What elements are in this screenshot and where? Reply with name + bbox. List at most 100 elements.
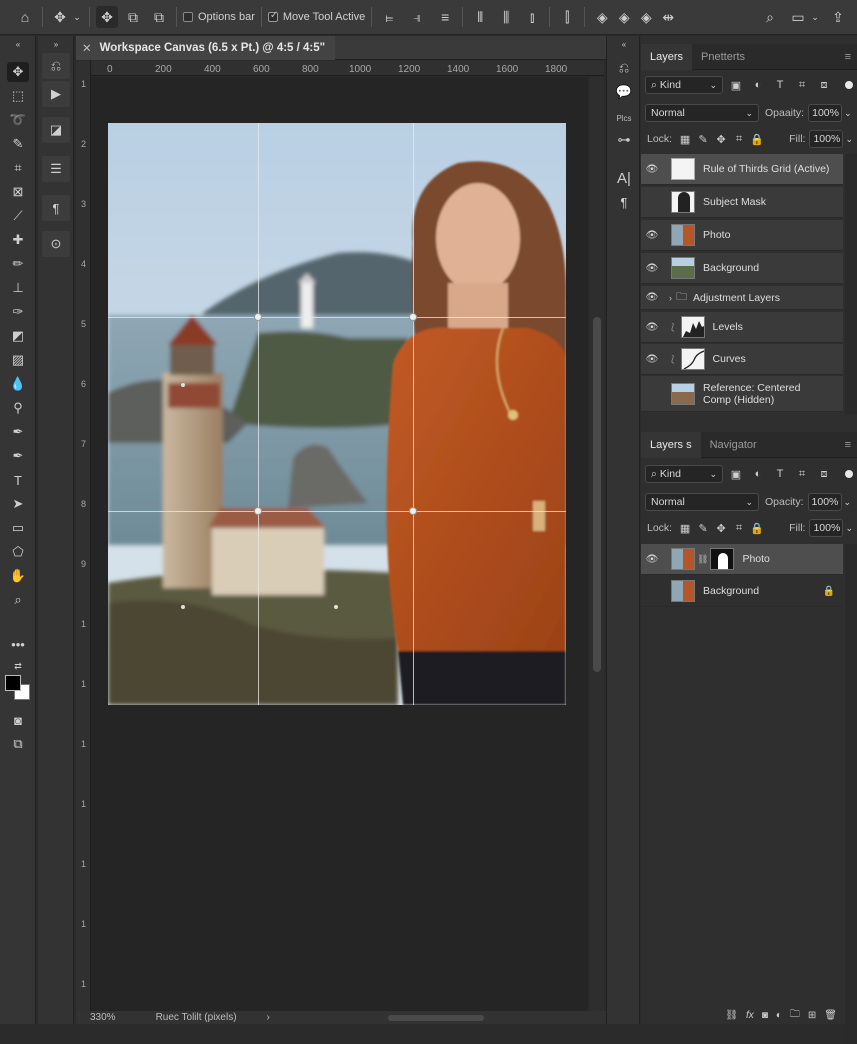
search-icon[interactable]: ⌕: [759, 6, 781, 28]
eraser-tool[interactable]: ◩: [7, 326, 29, 346]
blend-mode-select-2[interactable]: Normal ⌄: [645, 493, 759, 511]
quick-mask-icon[interactable]: ◙: [7, 710, 29, 730]
auto-select-icon[interactable]: ✥: [96, 6, 118, 28]
swap-colors-icon[interactable]: ⇄: [7, 656, 29, 676]
lock-all-icon[interactable]: 🔒: [748, 519, 766, 537]
lasso-tool[interactable]: ➰: [7, 110, 29, 130]
arrange-front-icon[interactable]: ⧉: [122, 6, 144, 28]
scrollbar-thumb[interactable]: [593, 317, 601, 672]
distribute-icon[interactable]: ⫿: [556, 6, 578, 28]
lock-artboard-icon[interactable]: ⌗: [730, 130, 748, 148]
layer-row[interactable]: 👁 ⟅ Levels: [641, 312, 843, 343]
home-icon[interactable]: ⌂: [14, 6, 36, 28]
filter-smart-icon[interactable]: ⧈: [815, 465, 833, 483]
history-icon-2[interactable]: ⎌: [613, 58, 635, 78]
tab-layers-2[interactable]: Layers s: [641, 431, 701, 458]
filter-adjustment-icon[interactable]: ◐: [749, 465, 767, 483]
pen-tool-2[interactable]: ✒: [7, 446, 29, 466]
grid-intersection-handle[interactable]: [254, 507, 262, 515]
lock-pixels-icon[interactable]: ✎: [694, 519, 712, 537]
eye-icon-hidden[interactable]: 👁: [641, 388, 663, 399]
checkmark-icon[interactable]: ✓: [267, 10, 278, 22]
lock-artboard-icon[interactable]: ⌗: [730, 519, 748, 537]
grid-intersection-handle[interactable]: [409, 313, 417, 321]
adjustments-icon[interactable]: ◪: [42, 117, 70, 143]
filter-toggle-icon[interactable]: [845, 470, 853, 478]
chevron-right-icon[interactable]: ›: [669, 293, 672, 303]
more-tools-icon[interactable]: •••: [7, 634, 29, 654]
layer-row[interactable]: 👁 Photo: [641, 220, 843, 251]
chevron-right-icon[interactable]: ›: [267, 1012, 270, 1023]
eye-icon-hidden[interactable]: 👁: [641, 586, 663, 597]
eye-icon[interactable]: 👁: [641, 292, 663, 303]
chevron-down-icon[interactable]: ⌄: [71, 6, 83, 28]
workspace-icon[interactable]: ▭: [787, 6, 809, 28]
lock-transparency-icon[interactable]: ▦: [676, 130, 694, 148]
document-info[interactable]: Ruec Tolilt (pixels): [156, 1012, 237, 1023]
arrange-back-icon[interactable]: ⧉: [148, 6, 170, 28]
eye-icon[interactable]: 👁: [641, 322, 663, 333]
paragraph-icon[interactable]: ¶: [42, 195, 70, 221]
document-tab[interactable]: ✕ Workspace Canvas (6.5 x Pt.) @ 4:5 / 4…: [76, 35, 336, 60]
link-icon[interactable]: ⛓: [697, 554, 708, 565]
eye-icon[interactable]: 👁: [641, 164, 663, 175]
kind-filter-select[interactable]: ⌕ Kind ⌄: [645, 76, 723, 94]
eyedropper-tool[interactable]: ⟋: [7, 206, 29, 226]
frame-tool[interactable]: ⊠: [7, 182, 29, 202]
history-icon[interactable]: ⎌: [42, 53, 70, 79]
align-right-icon[interactable]: ≡: [434, 6, 456, 28]
properties-icon[interactable]: ☰: [42, 156, 70, 182]
rectangle-tool[interactable]: ▭: [7, 518, 29, 538]
layer-row[interactable]: 👁 ⛓ Photo: [641, 544, 843, 575]
character-icon[interactable]: A|: [613, 168, 635, 188]
layers-scrollbar[interactable]: [845, 154, 857, 414]
brush-tool[interactable]: ✏: [7, 254, 29, 274]
eye-icon[interactable]: 👁: [641, 354, 663, 365]
move-tool-active-checkbox[interactable]: ✓ Move Tool Active: [267, 10, 365, 23]
align-middle-icon[interactable]: ⫼: [495, 6, 517, 28]
blur-tool[interactable]: 💧: [7, 374, 29, 394]
move-tool[interactable]: ✥: [7, 62, 29, 82]
canvas-photo[interactable]: [108, 123, 566, 705]
grid-line-vertical[interactable]: [258, 123, 259, 705]
lock-position-icon[interactable]: ✥: [712, 519, 730, 537]
filter-pixel-icon[interactable]: ▣: [727, 76, 745, 94]
grid-intersection-handle[interactable]: [254, 313, 262, 321]
filter-type-icon[interactable]: T: [771, 465, 789, 483]
zoom-level[interactable]: 330%: [90, 1012, 116, 1023]
filter-shape-icon[interactable]: ⌗: [793, 465, 811, 483]
eye-icon[interactable]: 👁: [641, 554, 663, 565]
layer-row[interactable]: 👁 ⟅ Curves: [641, 344, 843, 375]
grid-line-vertical[interactable]: [413, 123, 414, 705]
lock-pixels-icon[interactable]: ✎: [694, 130, 712, 148]
layer-row[interactable]: 👁 Subject Mask: [641, 187, 843, 218]
grid-intersection-handle[interactable]: [409, 507, 417, 515]
mask-thumbnail[interactable]: [710, 548, 735, 570]
comments-icon[interactable]: 💬: [613, 82, 635, 102]
panel-menu-icon[interactable]: ≡: [839, 432, 857, 458]
filter-toggle-icon[interactable]: [845, 81, 853, 89]
eye-icon[interactable]: 👁: [641, 263, 663, 274]
new-group-icon[interactable]: 🗀: [790, 1007, 800, 1024]
options-bar-checkbox-box[interactable]: [183, 12, 193, 22]
layers-scrollbar-2[interactable]: [845, 544, 857, 1044]
delete-layer-icon[interactable]: 🗑: [824, 1010, 837, 1021]
panel-menu-icon[interactable]: ≡: [839, 44, 857, 70]
eye-icon[interactable]: 👁: [641, 230, 663, 241]
3d-orbit-icon[interactable]: ◈: [591, 6, 613, 28]
3d-slide-icon[interactable]: ⇹: [657, 6, 679, 28]
channels-icon[interactable]: ⊙: [42, 231, 70, 257]
chevron-down-icon[interactable]: ⌄: [844, 108, 852, 119]
chevron-down-icon[interactable]: ⌄: [845, 134, 853, 145]
share-icon[interactable]: ⇪: [827, 6, 849, 28]
horizontal-scrollbar[interactable]: [388, 1015, 484, 1021]
lock-all-icon[interactable]: 🔒: [748, 130, 766, 148]
lock-position-icon[interactable]: ✥: [712, 130, 730, 148]
chevron-down-icon[interactable]: ⌄: [845, 523, 853, 534]
close-icon[interactable]: ✕: [82, 41, 92, 55]
add-mask-icon[interactable]: ◙: [762, 1010, 768, 1021]
layer-group-row[interactable]: 👁 › 🗀 Adjustment Layers: [641, 286, 843, 310]
filter-type-icon[interactable]: T: [771, 76, 789, 94]
filter-shape-icon[interactable]: ⌗: [793, 76, 811, 94]
crop-tool[interactable]: ⌗: [7, 158, 29, 178]
